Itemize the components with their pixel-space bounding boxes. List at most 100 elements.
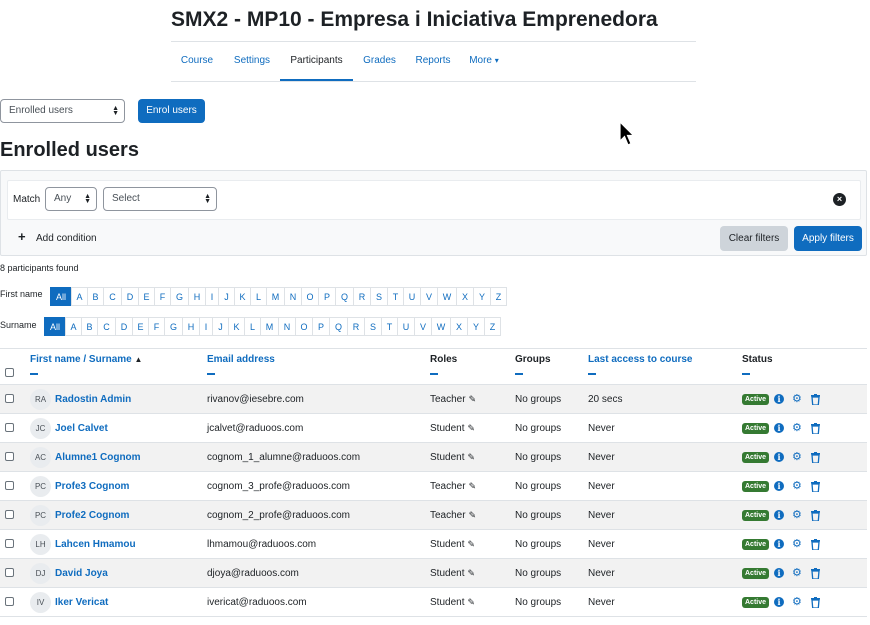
sort-email-link[interactable]: Email address xyxy=(207,354,275,365)
initial-f[interactable]: F xyxy=(148,317,165,336)
pencil-icon[interactable]: ✎ xyxy=(469,385,477,414)
initial-u[interactable]: U xyxy=(403,287,421,306)
sort-surname-link[interactable]: Surname xyxy=(89,354,132,365)
sort-firstname-link[interactable]: First name xyxy=(30,354,81,365)
gear-icon[interactable]: ⚙ xyxy=(792,538,802,550)
initial-x[interactable]: X xyxy=(450,317,468,336)
initial-z[interactable]: Z xyxy=(484,317,501,336)
initial-u[interactable]: U xyxy=(397,317,415,336)
initial-m[interactable]: M xyxy=(266,287,285,306)
initial-y[interactable]: Y xyxy=(473,287,491,306)
gear-icon[interactable]: ⚙ xyxy=(792,509,802,521)
view-select[interactable]: Enrolled users ▲ ▼ xyxy=(0,99,125,123)
initial-b[interactable]: B xyxy=(87,287,104,306)
participant-name-link[interactable]: Alumne1 Cognom xyxy=(55,443,141,472)
collapse-column-icon[interactable] xyxy=(588,373,596,375)
initial-s[interactable]: S xyxy=(364,317,382,336)
initial-y[interactable]: Y xyxy=(467,317,485,336)
filter-type-select[interactable]: Select ▲ ▼ xyxy=(103,187,217,211)
tab-settings[interactable]: Settings xyxy=(226,42,278,81)
row-checkbox[interactable] xyxy=(5,394,14,403)
initial-i[interactable]: I xyxy=(205,287,219,306)
row-checkbox[interactable] xyxy=(5,423,14,432)
initial-z[interactable]: Z xyxy=(490,287,507,306)
initial-p[interactable]: P xyxy=(318,287,336,306)
tab-grades[interactable]: Grades xyxy=(356,42,403,81)
enrol-users-button[interactable]: Enrol users xyxy=(138,99,205,123)
collapse-column-icon[interactable] xyxy=(30,373,38,375)
initial-w[interactable]: W xyxy=(431,317,451,336)
close-icon[interactable]: × xyxy=(833,193,846,206)
initial-f[interactable]: F xyxy=(154,287,171,306)
participant-name-link[interactable]: Profe2 Cognom xyxy=(55,501,129,530)
initial-t[interactable]: T xyxy=(387,287,404,306)
trash-icon[interactable] xyxy=(811,423,820,434)
row-checkbox[interactable] xyxy=(5,568,14,577)
initial-c[interactable]: C xyxy=(97,317,116,336)
initial-d[interactable]: D xyxy=(121,287,139,306)
pencil-icon[interactable]: ✎ xyxy=(467,530,475,559)
initial-all[interactable]: All xyxy=(50,287,72,306)
initial-q[interactable]: Q xyxy=(329,317,348,336)
participant-name-link[interactable]: Lahcen Hmamou xyxy=(55,530,136,559)
trash-icon[interactable] xyxy=(811,568,820,579)
tab-reports[interactable]: Reports xyxy=(407,42,459,81)
gear-icon[interactable]: ⚙ xyxy=(792,393,802,405)
collapse-column-icon[interactable] xyxy=(430,373,438,375)
row-checkbox[interactable] xyxy=(5,481,14,490)
collapse-column-icon[interactable] xyxy=(207,373,215,375)
pencil-icon[interactable]: ✎ xyxy=(467,414,475,443)
pencil-icon[interactable]: ✎ xyxy=(467,559,475,588)
gear-icon[interactable]: ⚙ xyxy=(792,451,802,463)
add-condition-link[interactable]: Add condition xyxy=(36,233,97,244)
initial-j[interactable]: J xyxy=(212,317,229,336)
initial-b[interactable]: B xyxy=(81,317,98,336)
trash-icon[interactable] xyxy=(811,481,820,492)
info-icon[interactable]: i xyxy=(774,510,784,520)
row-checkbox[interactable] xyxy=(5,539,14,548)
initial-o[interactable]: O xyxy=(301,287,319,306)
pencil-icon[interactable]: ✎ xyxy=(467,588,475,617)
initial-x[interactable]: X xyxy=(456,287,474,306)
initial-p[interactable]: P xyxy=(312,317,330,336)
gear-icon[interactable]: ⚙ xyxy=(792,422,802,434)
info-icon[interactable]: i xyxy=(774,423,784,433)
participant-name-link[interactable]: Joel Calvet xyxy=(55,414,108,443)
trash-icon[interactable] xyxy=(811,539,820,550)
info-icon[interactable]: i xyxy=(774,568,784,578)
initial-m[interactable]: M xyxy=(260,317,279,336)
initial-o[interactable]: O xyxy=(295,317,313,336)
participant-name-link[interactable]: David Joya xyxy=(55,559,108,588)
tab-participants[interactable]: Participants xyxy=(280,42,353,81)
match-select[interactable]: Any ▲ ▼ xyxy=(45,187,97,211)
tab-more[interactable]: More ▾ xyxy=(464,42,504,81)
tab-course[interactable]: Course xyxy=(171,42,223,81)
initial-j[interactable]: J xyxy=(218,287,235,306)
initial-v[interactable]: V xyxy=(414,317,432,336)
initial-i[interactable]: I xyxy=(199,317,213,336)
initial-e[interactable]: E xyxy=(138,287,155,306)
participant-name-link[interactable]: Profe3 Cognom xyxy=(55,472,129,501)
initial-g[interactable]: G xyxy=(164,317,183,336)
collapse-column-icon[interactable] xyxy=(742,373,750,375)
initial-w[interactable]: W xyxy=(437,287,457,306)
trash-icon[interactable] xyxy=(811,597,820,608)
pencil-icon[interactable]: ✎ xyxy=(467,443,475,472)
row-checkbox[interactable] xyxy=(5,597,14,606)
info-icon[interactable]: i xyxy=(774,394,784,404)
info-icon[interactable]: i xyxy=(774,452,784,462)
initial-r[interactable]: R xyxy=(347,317,365,336)
initial-c[interactable]: C xyxy=(103,287,122,306)
apply-filters-button[interactable]: Apply filters xyxy=(794,226,862,251)
initial-d[interactable]: D xyxy=(115,317,133,336)
info-icon[interactable]: i xyxy=(774,597,784,607)
select-all-checkbox[interactable] xyxy=(5,368,14,377)
initial-a[interactable]: A xyxy=(65,317,82,336)
initial-h[interactable]: H xyxy=(182,317,200,336)
initial-n[interactable]: N xyxy=(284,287,302,306)
initial-v[interactable]: V xyxy=(420,287,438,306)
gear-icon[interactable]: ⚙ xyxy=(792,596,802,608)
trash-icon[interactable] xyxy=(811,452,820,463)
initial-all[interactable]: All xyxy=(44,317,66,336)
gear-icon[interactable]: ⚙ xyxy=(792,480,802,492)
